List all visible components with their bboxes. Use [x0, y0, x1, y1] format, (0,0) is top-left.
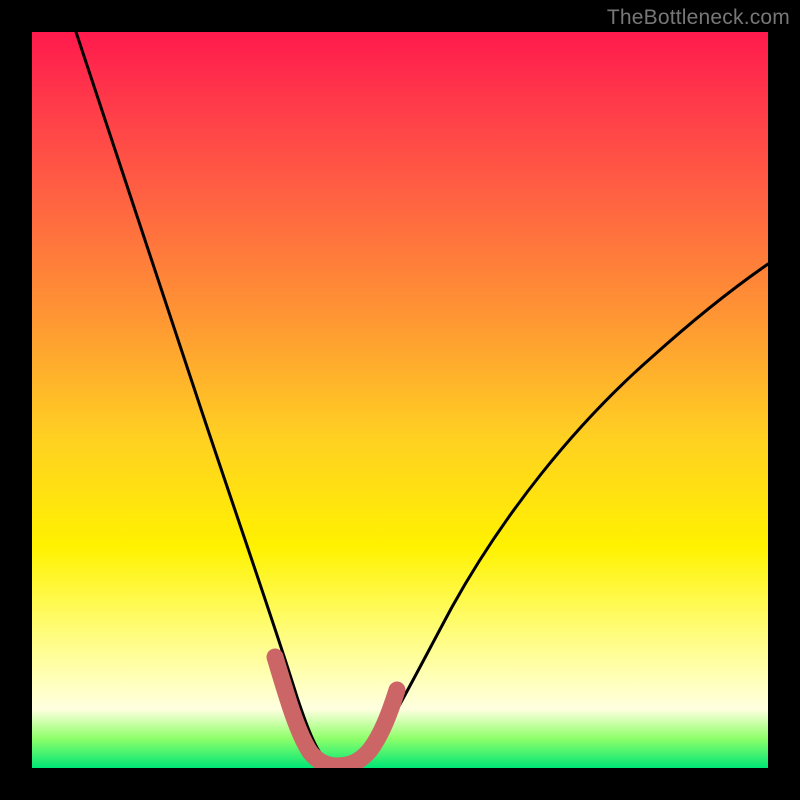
chart-plot-area — [32, 32, 768, 768]
bottleneck-curve-line — [76, 32, 768, 765]
watermark-text: TheBottleneck.com — [607, 6, 790, 30]
chart-svg — [32, 32, 768, 768]
chart-frame: TheBottleneck.com — [0, 0, 800, 800]
highlight-band-marker — [275, 657, 397, 766]
